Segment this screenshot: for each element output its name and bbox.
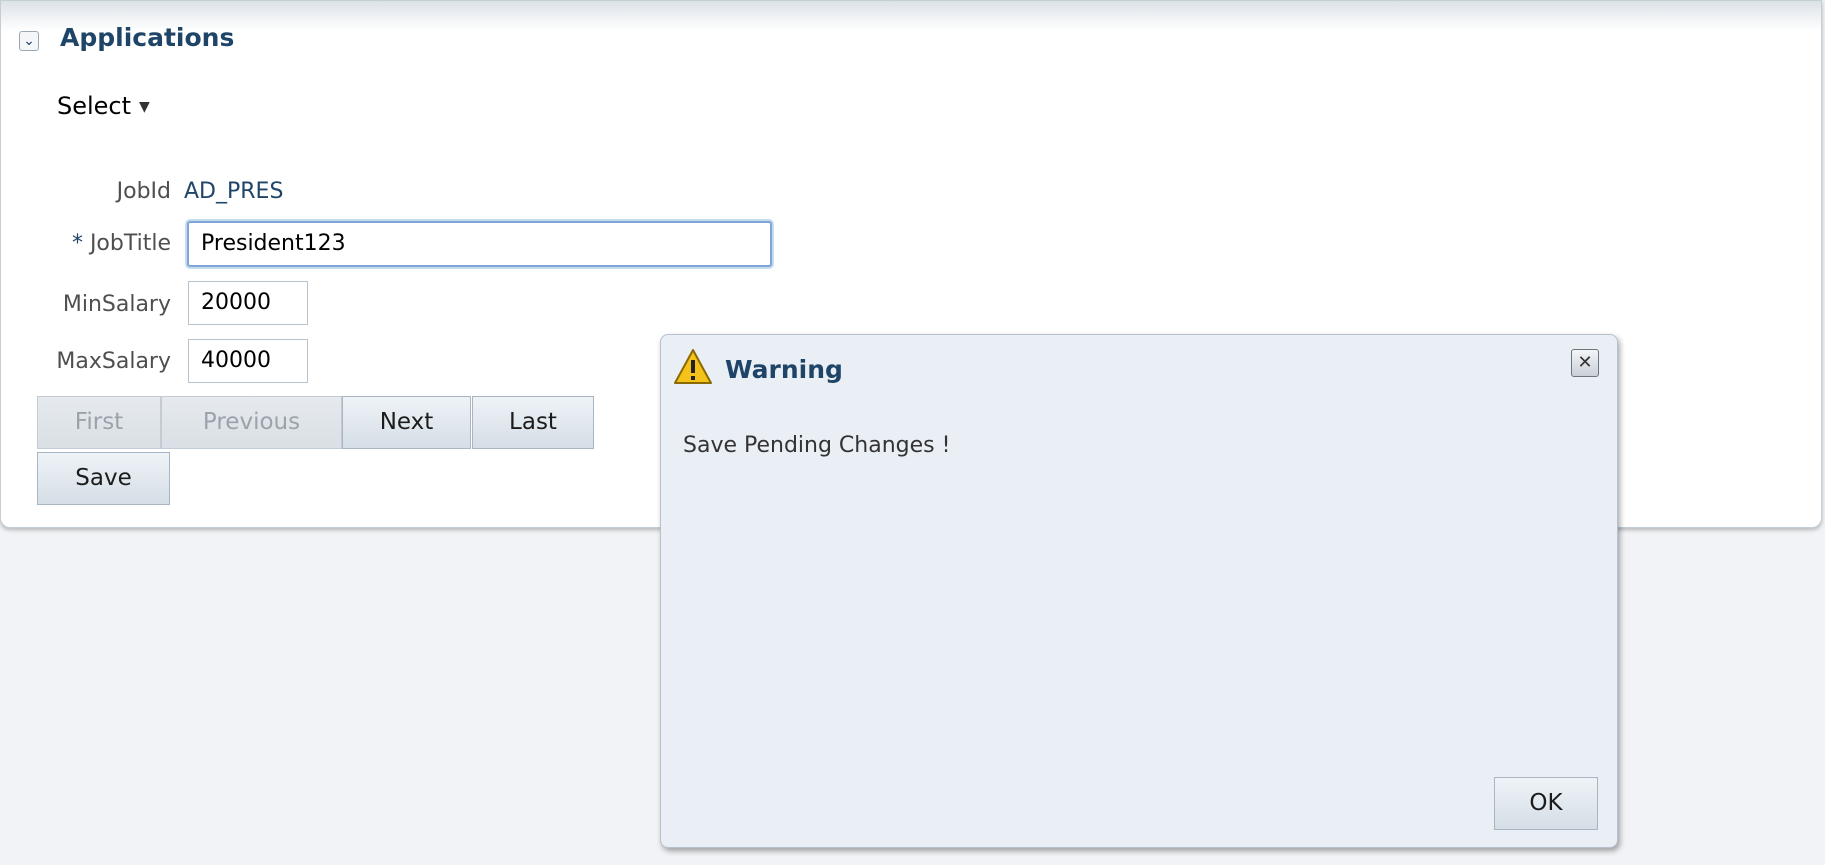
select-menu[interactable]: Select ▼ (57, 92, 150, 120)
save-button[interactable]: Save (37, 452, 170, 505)
jobtitle-input[interactable]: President123 (187, 221, 772, 267)
maxsalary-input[interactable]: 40000 (188, 339, 308, 383)
select-menu-label: Select (57, 92, 132, 120)
warning-dialog: Warning ✕ Save Pending Changes ! OK (660, 334, 1618, 848)
first-button[interactable]: First (37, 396, 161, 449)
close-icon[interactable]: ✕ (1571, 349, 1599, 377)
jobid-label: JobId (116, 179, 171, 204)
dialog-title: Warning (725, 355, 843, 384)
caret-down-icon: ▼ (139, 99, 150, 115)
chevron-down-icon[interactable]: ⌄ (19, 31, 39, 51)
maxsalary-label: MaxSalary (56, 349, 171, 374)
panel-header-gradient (1, 1, 1821, 31)
jobtitle-label: * JobTitle (21, 231, 171, 256)
warning-icon (673, 347, 713, 391)
panel-title: Applications (60, 23, 235, 52)
jobid-value: AD_PRES (184, 179, 284, 204)
jobtitle-label-text: JobTitle (89, 231, 171, 256)
last-button[interactable]: Last (472, 396, 594, 449)
minsalary-label: MinSalary (62, 292, 171, 317)
minsalary-input[interactable]: 20000 (188, 281, 308, 325)
next-button[interactable]: Next (342, 396, 471, 449)
ok-button[interactable]: OK (1494, 777, 1598, 830)
previous-button[interactable]: Previous (161, 396, 342, 449)
required-marker: * (71, 231, 83, 256)
dialog-message: Save Pending Changes ! (683, 433, 951, 458)
